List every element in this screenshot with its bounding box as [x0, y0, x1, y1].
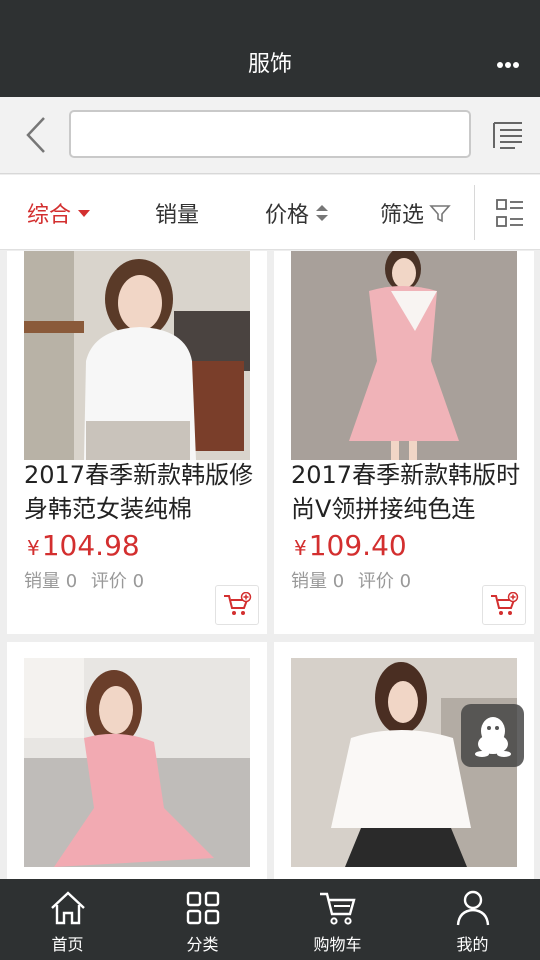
- add-to-cart-button[interactable]: [215, 585, 259, 625]
- product-name[interactable]: 2017春季新款韩版修身韩范女装纯棉: [24, 458, 260, 526]
- product-name[interactable]: 2017春季新款韩版时尚V领拼接纯色连: [291, 458, 527, 526]
- nav-category-label: 分类: [186, 935, 219, 954]
- nav-profile-label: 我的: [456, 935, 489, 954]
- nav-home[interactable]: 首页: [0, 879, 135, 960]
- sort-divider: [474, 185, 475, 240]
- sort-comprehensive-label: 综合: [27, 202, 72, 228]
- price-value: 104.98: [41, 529, 140, 562]
- product-card[interactable]: [7, 642, 267, 879]
- more-button[interactable]: [488, 33, 528, 97]
- review-count: 评价 0: [357, 571, 412, 592]
- nav-cart-label: 购物车: [313, 935, 362, 954]
- back-button[interactable]: [14, 113, 58, 157]
- product-price: ¥104.98: [27, 529, 140, 562]
- add-cart-icon: [491, 592, 519, 615]
- search-input[interactable]: [69, 110, 471, 158]
- add-cart-icon: [224, 592, 252, 615]
- sort-price[interactable]: 价格: [265, 175, 329, 250]
- home-icon: [50, 891, 85, 925]
- sort-comprehensive[interactable]: 综合: [27, 175, 91, 250]
- grid-icon: [186, 891, 219, 925]
- view-toggle-button[interactable]: [490, 191, 530, 235]
- list-menu-icon: [493, 122, 522, 149]
- nav-home-label: 首页: [51, 935, 84, 954]
- filter-funnel-icon: [429, 204, 451, 222]
- product-card[interactable]: 2017春季新款韩版修身韩范女装纯棉 ¥104.98 销量 0 评价 0: [7, 251, 267, 634]
- sort-sales[interactable]: 销量: [155, 175, 199, 250]
- review-count: 评价 0: [90, 571, 145, 592]
- sort-filter-label: 筛选: [380, 202, 425, 228]
- qq-penguin-icon: [474, 716, 511, 757]
- nav-category[interactable]: 分类: [135, 879, 270, 960]
- page-title: 服饰: [247, 52, 292, 77]
- product-image[interactable]: [24, 658, 250, 867]
- product-stats: 销量 0 评价 0: [24, 567, 144, 593]
- caret-down-icon: [78, 209, 91, 217]
- product-grid: 2017春季新款韩版修身韩范女装纯棉 ¥104.98 销量 0 评价 0 201…: [0, 251, 540, 879]
- status-bar: [0, 0, 540, 33]
- user-icon: [456, 890, 489, 926]
- sales-count: 销量 0: [291, 571, 345, 592]
- title-bar: 服饰: [0, 33, 540, 97]
- nav-cart[interactable]: 购物车: [270, 879, 405, 960]
- currency-symbol: ¥: [294, 536, 307, 560]
- product-price: ¥109.40: [294, 529, 407, 562]
- add-to-cart-button[interactable]: [482, 585, 526, 625]
- list-view-icon: [496, 199, 523, 227]
- product-stats: 销量 0 评价 0: [291, 567, 411, 593]
- sort-updown-icon: [316, 204, 329, 221]
- sales-count: 销量 0: [24, 571, 78, 592]
- sort-sales-label: 销量: [155, 202, 200, 228]
- product-image[interactable]: [291, 251, 517, 460]
- sort-price-label: 价格: [265, 202, 310, 228]
- qq-chat-button[interactable]: [461, 704, 524, 767]
- sort-filter[interactable]: 筛选: [380, 175, 451, 250]
- sort-bar: 综合 销量 价格 筛选: [0, 175, 540, 250]
- product-image[interactable]: [24, 251, 250, 460]
- currency-symbol: ¥: [27, 536, 40, 560]
- cart-icon: [319, 892, 356, 925]
- chevron-left-icon: [26, 117, 45, 153]
- bottom-nav: 首页 分类 购物车 我的: [0, 879, 540, 960]
- product-card[interactable]: 2017春季新款韩版时尚V领拼接纯色连 ¥109.40 销量 0 评价 0: [274, 251, 534, 634]
- category-menu-button[interactable]: [487, 113, 529, 157]
- price-value: 109.40: [308, 529, 407, 562]
- search-row: [0, 97, 540, 174]
- more-dots-icon: [497, 62, 519, 68]
- nav-profile[interactable]: 我的: [405, 879, 540, 960]
